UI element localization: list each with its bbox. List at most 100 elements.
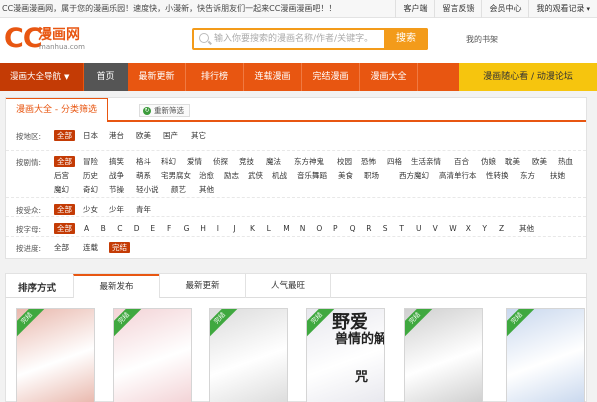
genre-option[interactable]: 战争 (109, 170, 124, 181)
nav-item-home[interactable]: 首页 (84, 63, 128, 91)
region-option[interactable]: 欧美 (136, 130, 151, 141)
genre-option[interactable]: 欧美 (532, 156, 547, 167)
progress-option[interactable]: 完结 (109, 242, 130, 253)
progress-option[interactable]: 全部 (54, 242, 69, 253)
genre-option[interactable]: 四格 (387, 156, 402, 167)
genre-option[interactable]: 搞笑 (109, 156, 124, 167)
genre-option[interactable]: 扶她 (550, 170, 565, 181)
genre-option[interactable]: 音乐舞蹈 (297, 170, 327, 181)
genre-option[interactable]: 伪娘 (481, 156, 496, 167)
nav-item-serializing[interactable]: 连载漫画 (244, 63, 302, 91)
nav-item-all[interactable]: 漫画大全 (360, 63, 418, 91)
genre-option[interactable]: 生活亲情 (411, 156, 441, 167)
comic-cover[interactable]: 完结 (506, 308, 585, 402)
genre-option[interactable]: 热血 (558, 156, 573, 167)
region-option[interactable]: 全部 (54, 130, 75, 141)
audience-option[interactable]: 少年 (109, 204, 124, 215)
reset-filter-button[interactable]: ↻ 重新筛选 (139, 104, 190, 117)
letter-option[interactable]: D (134, 223, 140, 234)
letter-option[interactable]: M (283, 223, 289, 234)
nav-item-ranking[interactable]: 排行榜 (186, 63, 244, 91)
letter-option[interactable]: F (167, 223, 171, 234)
genre-option[interactable]: 高清单行本 (439, 170, 477, 181)
genre-option[interactable]: 萌系 (136, 170, 151, 181)
genre-option[interactable]: 治愈 (199, 170, 214, 181)
genre-option[interactable]: 爱情 (187, 156, 202, 167)
audience-option[interactable]: 全部 (54, 204, 75, 215)
forum-link[interactable]: 漫画随心看 / 动漫论坛 (459, 63, 597, 91)
letter-option[interactable]: Y (482, 223, 487, 234)
letter-option[interactable]: X (466, 223, 471, 234)
letter-option[interactable]: N (300, 223, 306, 234)
comic-cover[interactable]: 完结 (209, 308, 288, 402)
letter-option[interactable]: P (333, 223, 338, 234)
genre-option[interactable]: 西方魔幻 (399, 170, 429, 181)
letter-option[interactable]: W (449, 223, 456, 234)
letter-option[interactable]: G (184, 223, 190, 234)
letter-option[interactable]: U (416, 223, 422, 234)
letter-option[interactable]: Z (499, 223, 504, 234)
genre-option[interactable]: 恐怖 (361, 156, 376, 167)
genre-option[interactable]: 宅男腐女 (161, 170, 191, 181)
audience-option[interactable]: 青年 (136, 204, 151, 215)
genre-option[interactable]: 节操 (109, 184, 124, 195)
letter-option[interactable]: B (101, 223, 106, 234)
search-input[interactable] (214, 32, 374, 46)
genre-option[interactable]: 全部 (54, 156, 75, 167)
genre-option[interactable]: 机战 (272, 170, 287, 181)
nav-item-completed[interactable]: 完结漫画 (302, 63, 360, 91)
letter-option[interactable]: S (383, 223, 388, 234)
genre-option[interactable]: 颜艺 (171, 184, 186, 195)
letter-option[interactable]: J (233, 223, 235, 234)
genre-option[interactable]: 历史 (83, 170, 98, 181)
genre-option[interactable]: 东方 (520, 170, 535, 181)
letter-option[interactable]: 全部 (54, 223, 75, 234)
sort-tab-popular[interactable]: 人气最旺 (245, 274, 331, 298)
letter-option[interactable]: O (316, 223, 322, 234)
genre-option[interactable]: 魔法 (266, 156, 281, 167)
genre-option[interactable]: 励志 (224, 170, 239, 181)
letter-option[interactable]: I (217, 223, 219, 234)
genre-option[interactable]: 奇幻 (83, 184, 98, 195)
letter-option[interactable]: V (433, 223, 438, 234)
genre-option[interactable]: 东方神鬼 (294, 156, 324, 167)
genre-option[interactable]: 轻小说 (136, 184, 159, 195)
genre-option[interactable]: 侦探 (213, 156, 228, 167)
letter-option[interactable]: R (366, 223, 371, 234)
letter-option[interactable]: E (150, 223, 155, 234)
history-link[interactable]: 我的观看记录 ▾ (528, 0, 597, 18)
comic-cover[interactable]: 野爱 兽情的解咒完结 (306, 308, 385, 402)
site-logo[interactable]: CC 漫画网 manhua.com (4, 25, 85, 52)
genre-option[interactable]: 竞技 (239, 156, 254, 167)
sort-tab-newest[interactable]: 最新发布 (73, 274, 159, 298)
region-option[interactable]: 国产 (163, 130, 178, 141)
progress-option[interactable]: 连载 (83, 242, 98, 253)
member-center-link[interactable]: 会员中心 (481, 0, 528, 18)
client-link[interactable]: 客户端 (395, 0, 434, 18)
genre-option[interactable]: 校园 (337, 156, 352, 167)
comic-cover[interactable]: 完结 (16, 308, 95, 402)
genre-option[interactable]: 科幻 (161, 156, 176, 167)
audience-option[interactable]: 少女 (83, 204, 98, 215)
letter-option[interactable]: C (117, 223, 122, 234)
genre-option[interactable]: 后宫 (54, 170, 69, 181)
category-guide-button[interactable]: 漫画大全导航 ▼ (0, 63, 83, 91)
comic-cover[interactable]: 完结 (113, 308, 192, 402)
genre-option[interactable]: 格斗 (136, 156, 151, 167)
letter-option[interactable]: K (250, 223, 255, 234)
genre-option[interactable]: 性转换 (486, 170, 509, 181)
genre-option[interactable]: 其他 (199, 184, 214, 195)
genre-option[interactable]: 武侠 (248, 170, 263, 181)
search-button[interactable]: 搜索 (384, 28, 428, 50)
genre-option[interactable]: 职场 (364, 170, 379, 181)
letter-option[interactable]: L (267, 223, 271, 234)
sort-tab-updated[interactable]: 最新更新 (159, 274, 245, 298)
genre-option[interactable]: 美食 (338, 170, 353, 181)
feedback-link[interactable]: 留言反馈 (434, 0, 481, 18)
letter-option[interactable]: A (84, 223, 89, 234)
genre-option[interactable]: 魔幻 (54, 184, 69, 195)
genre-option[interactable]: 耽美 (505, 156, 520, 167)
region-option[interactable]: 其它 (191, 130, 206, 141)
bookshelf-link[interactable]: 我的书架 (466, 34, 498, 45)
letter-option[interactable]: T (399, 223, 404, 234)
